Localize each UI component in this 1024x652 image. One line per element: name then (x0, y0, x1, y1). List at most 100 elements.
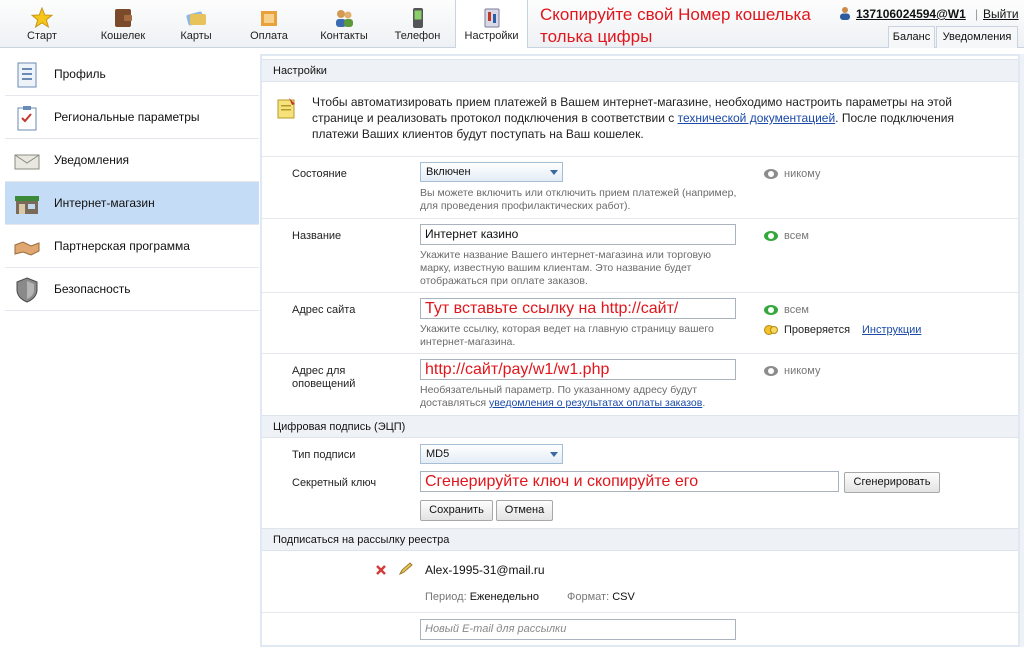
digits-only-note: толька цифры (540, 27, 653, 46)
sidebar-item-regional[interactable]: Региональные параметры (5, 96, 259, 139)
format-info: Формат: CSV (567, 591, 635, 603)
tab-phone-label: Телефон (394, 30, 441, 42)
period-label: Период: (425, 591, 467, 603)
top-navigation: Старт Кошелек Карты Оплата Контакты Теле… (0, 0, 1024, 48)
regional-icon (17, 106, 37, 131)
tab-contacts-label: Контакты (320, 30, 368, 42)
settings-panel: Настройки Чтобы автоматизировать прием п… (260, 54, 1020, 647)
delete-icon[interactable] (375, 564, 387, 576)
new-email-input[interactable]: Новый E-mail для рассылки (420, 619, 736, 640)
site-status: Проверяется (784, 324, 851, 336)
tech-docs-link[interactable]: технической документацией (678, 111, 836, 125)
wallet-number-note: Скопируйте свой Номер кошелька (540, 5, 811, 24)
site-label: Адрес сайта (292, 304, 356, 316)
name-hint: Укажите название Вашего интернет-магазин… (420, 249, 712, 287)
eye-icon[interactable] (764, 169, 778, 179)
sidebar-item-security[interactable]: Безопасность (5, 268, 259, 311)
chevron-down-icon (550, 170, 558, 175)
divider (262, 156, 1018, 157)
save-button[interactable]: Сохранить (420, 500, 493, 521)
wallet-icon (115, 9, 132, 27)
payment-notifications-link[interactable]: уведомления о результатах оплаты заказов (489, 397, 702, 409)
format-label: Формат: (567, 591, 610, 603)
cancel-button[interactable]: Отмена (496, 500, 553, 521)
sidebar-item-label: Партнерская программа (54, 239, 190, 253)
payment-icon (261, 11, 277, 26)
tab-wallet[interactable]: Кошелек (84, 0, 162, 47)
notify-url-input[interactable]: http://сайт/pay/w1/w1.php (420, 359, 736, 380)
name-visibility: всем (784, 230, 809, 242)
tab-payment-label: Оплата (250, 30, 288, 42)
notifications-icon (14, 154, 40, 170)
shop-name-input[interactable]: Интернет казино (420, 224, 736, 245)
subscription-section-header: Подписаться на рассылку реестра (262, 528, 1018, 551)
notepad-icon (277, 98, 295, 119)
tab-contacts[interactable]: Контакты (308, 0, 380, 47)
settings-section-header: Настройки (262, 59, 1018, 82)
site-url-input[interactable]: Тут вставьте ссылку на http://сайт/ (420, 298, 736, 319)
period-value: Еженедельно (469, 591, 539, 603)
generate-button[interactable]: Сгенерировать (844, 472, 940, 493)
site-visibility: всем (784, 304, 809, 316)
state-select[interactable]: Включен (420, 162, 563, 182)
period-info: Период: Еженедельно (425, 591, 539, 603)
tab-settings[interactable]: Настройки (455, 0, 528, 48)
eye-icon[interactable] (764, 305, 778, 315)
contacts-icon (336, 10, 353, 27)
instructions-link[interactable]: Инструкции (862, 324, 921, 336)
tab-start[interactable]: Старт (0, 0, 84, 47)
chevron-down-icon (550, 452, 558, 457)
tab-cards-label: Карты (180, 30, 212, 42)
shield-icon (16, 277, 38, 303)
tab-cards[interactable]: Карты (162, 0, 230, 47)
secret-key-input[interactable]: Сгенерируйте ключ и скопируйте его (420, 471, 839, 492)
star-icon (31, 7, 53, 29)
state-select-value: Включен (426, 166, 471, 178)
settings-sidebar: Профиль Региональные параметры Уведомлен… (5, 53, 259, 311)
user-icon (840, 7, 850, 20)
sidebar-item-partners[interactable]: Партнерская программа (5, 225, 259, 268)
eye-icon[interactable] (764, 366, 778, 376)
notify-label-line1: Адрес для (292, 365, 346, 377)
eye-icon[interactable] (764, 231, 778, 241)
intro-text: Чтобы автоматизировать прием платежей в … (312, 94, 972, 142)
tab-settings-label: Настройки (464, 30, 519, 42)
tab-phone[interactable]: Телефон (380, 0, 455, 47)
divider (262, 353, 1018, 354)
notify-label-line2: оповещений (292, 378, 356, 390)
pending-icon (764, 325, 778, 335)
notifications-tab[interactable]: Уведомления (936, 26, 1018, 48)
divider (262, 612, 1018, 613)
signature-section-header: Цифровая подпись (ЭЦП) (262, 415, 1018, 438)
format-value: CSV (612, 591, 635, 603)
sidebar-item-notifications[interactable]: Уведомления (5, 139, 259, 182)
phone-icon (412, 8, 423, 28)
tab-payment[interactable]: Оплата (230, 0, 308, 47)
scrollbar[interactable] (1020, 54, 1024, 647)
notify-hint-part2: . (702, 397, 706, 409)
sidebar-item-shop[interactable]: Интернет-магазин (5, 182, 259, 225)
divider (262, 218, 1018, 219)
state-label: Состояние (292, 168, 347, 180)
signature-type-select[interactable]: MD5 (420, 444, 563, 464)
sidebar-item-label: Безопасность (54, 282, 131, 296)
notify-visibility: никому (784, 365, 821, 377)
divider (262, 292, 1018, 293)
tab-wallet-label: Кошелек (100, 30, 146, 42)
edit-pencil-icon[interactable] (398, 562, 414, 576)
sidebar-item-label: Региональные параметры (54, 110, 200, 124)
state-hint: Вы можете включить или отключить прием п… (420, 187, 737, 212)
state-visibility: никому (784, 168, 821, 180)
account-separator: | (975, 7, 979, 21)
sidebar-item-label: Интернет-магазин (54, 196, 155, 210)
sidebar-item-profile[interactable]: Профиль (5, 53, 259, 96)
balance-tab[interactable]: Баланс (888, 26, 935, 48)
sidebar-item-label: Профиль (54, 67, 106, 81)
account-id-link[interactable]: 137106024594@W1 (856, 7, 966, 21)
handshake-icon (14, 241, 40, 256)
settings-icon (484, 8, 499, 28)
shop-icon (15, 196, 39, 214)
logout-link[interactable]: Выйти (983, 7, 1019, 21)
profile-icon (17, 62, 37, 88)
tab-start-label: Старт (27, 30, 57, 42)
